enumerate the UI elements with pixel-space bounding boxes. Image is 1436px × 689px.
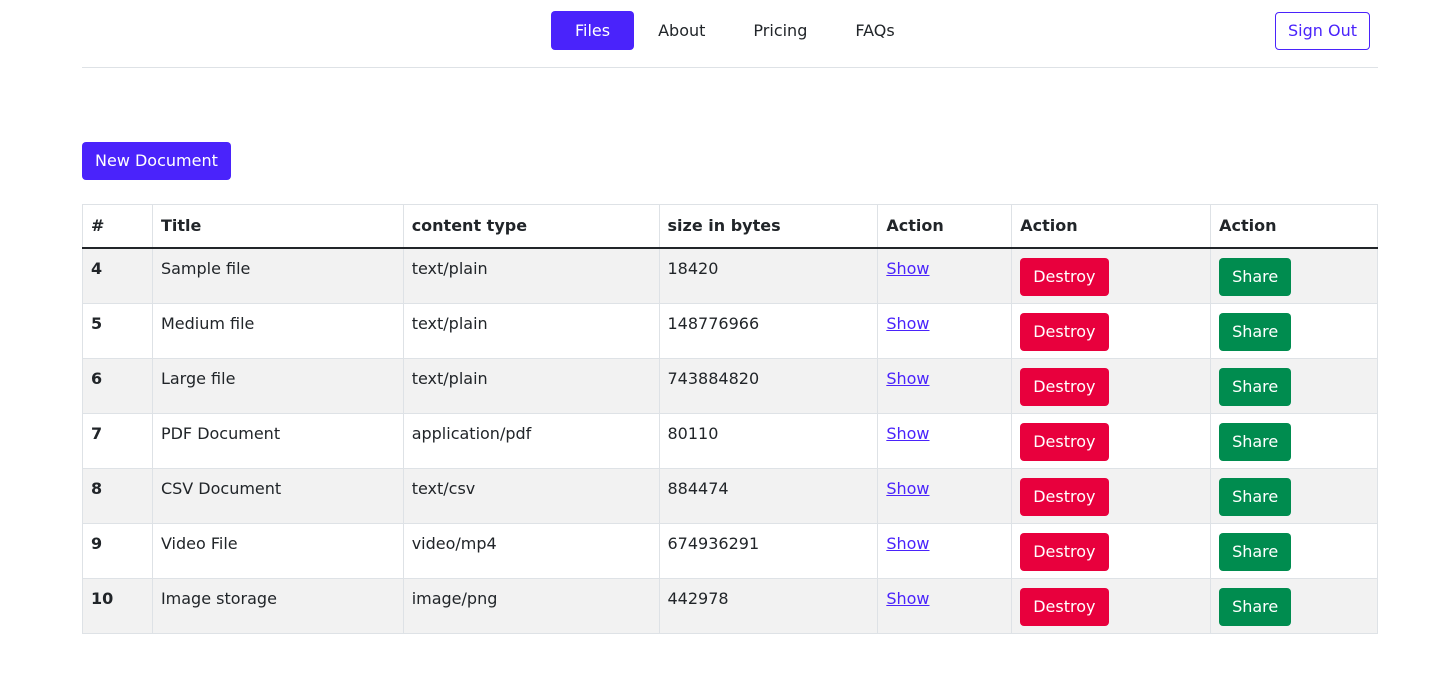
row-id: 7: [82, 412, 153, 469]
destroy-button[interactable]: Destroy: [1020, 422, 1109, 461]
row-destroy-cell: Destroy: [1011, 302, 1212, 359]
row-destroy-cell: Destroy: [1011, 522, 1212, 579]
top-header: Files About Pricing FAQs Sign Out: [82, 0, 1378, 68]
row-content-type: text/plain: [402, 247, 660, 304]
share-button[interactable]: Share: [1219, 532, 1292, 571]
main-nav: Files About Pricing FAQs: [551, 11, 919, 50]
row-size: 743884820: [658, 357, 879, 414]
page-container: Files About Pricing FAQs Sign Out New Do…: [82, 0, 1378, 634]
table-row: 5 Medium file text/plain 148776966 Show …: [82, 302, 1378, 359]
row-show-cell: Show: [877, 522, 1013, 579]
row-size: 884474: [658, 467, 879, 524]
show-link[interactable]: Show: [886, 259, 929, 278]
column-header-title: Title: [151, 204, 404, 249]
destroy-button[interactable]: Destroy: [1020, 532, 1109, 571]
row-destroy-cell: Destroy: [1011, 412, 1212, 469]
column-header-number: #: [82, 204, 153, 249]
row-share-cell: Share: [1210, 247, 1378, 304]
table-header-row: # Title content type size in bytes Actio…: [82, 204, 1378, 249]
row-share-cell: Share: [1210, 467, 1378, 524]
destroy-button[interactable]: Destroy: [1020, 312, 1109, 351]
row-id: 9: [82, 522, 153, 579]
row-show-cell: Show: [877, 357, 1013, 414]
show-link[interactable]: Show: [886, 589, 929, 608]
share-button[interactable]: Share: [1219, 312, 1292, 351]
row-title: Sample file: [151, 247, 404, 304]
row-title: Medium file: [151, 302, 404, 359]
row-destroy-cell: Destroy: [1011, 577, 1212, 634]
row-size: 674936291: [658, 522, 879, 579]
row-content-type: text/plain: [402, 357, 660, 414]
row-title: Video File: [151, 522, 404, 579]
row-content-type: image/png: [402, 577, 660, 634]
destroy-button[interactable]: Destroy: [1020, 367, 1109, 406]
row-id: 4: [82, 247, 153, 304]
row-id: 8: [82, 467, 153, 524]
column-header-content-type: content type: [402, 204, 660, 249]
row-share-cell: Share: [1210, 412, 1378, 469]
nav-item-pricing[interactable]: Pricing: [729, 11, 831, 50]
nav-item-files[interactable]: Files: [551, 11, 635, 50]
share-button[interactable]: Share: [1219, 422, 1292, 461]
row-share-cell: Share: [1210, 357, 1378, 414]
column-header-action-destroy: Action: [1011, 204, 1212, 249]
documents-table: # Title content type size in bytes Actio…: [82, 204, 1378, 634]
new-document-button[interactable]: New Document: [82, 142, 231, 180]
destroy-button[interactable]: Destroy: [1020, 258, 1109, 296]
table-header: # Title content type size in bytes Actio…: [82, 204, 1378, 249]
row-share-cell: Share: [1210, 577, 1378, 634]
share-button[interactable]: Share: [1219, 587, 1292, 626]
table-row: 4 Sample file text/plain 18420 Show Dest…: [82, 247, 1378, 304]
share-button[interactable]: Share: [1219, 367, 1292, 406]
row-destroy-cell: Destroy: [1011, 247, 1212, 304]
row-show-cell: Show: [877, 412, 1013, 469]
nav-item-about[interactable]: About: [634, 11, 729, 50]
destroy-button[interactable]: Destroy: [1020, 477, 1109, 516]
row-title: Large file: [151, 357, 404, 414]
row-show-cell: Show: [877, 577, 1013, 634]
nav-item-faqs[interactable]: FAQs: [831, 11, 918, 50]
row-id: 5: [82, 302, 153, 359]
row-show-cell: Show: [877, 302, 1013, 359]
table-row: 7 PDF Document application/pdf 80110 Sho…: [82, 412, 1378, 469]
column-header-size: size in bytes: [658, 204, 879, 249]
sign-out-button[interactable]: Sign Out: [1275, 12, 1370, 50]
row-content-type: video/mp4: [402, 522, 660, 579]
row-size: 18420: [658, 247, 879, 304]
row-show-cell: Show: [877, 247, 1013, 304]
show-link[interactable]: Show: [886, 314, 929, 333]
destroy-button[interactable]: Destroy: [1020, 587, 1109, 626]
table-row: 10 Image storage image/png 442978 Show D…: [82, 577, 1378, 634]
row-size: 80110: [658, 412, 879, 469]
row-destroy-cell: Destroy: [1011, 467, 1212, 524]
show-link[interactable]: Show: [886, 479, 929, 498]
show-link[interactable]: Show: [886, 534, 929, 553]
share-button[interactable]: Share: [1219, 477, 1292, 516]
row-id: 10: [82, 577, 153, 634]
column-header-action-share: Action: [1210, 204, 1378, 249]
column-header-action-show: Action: [877, 204, 1013, 249]
share-button[interactable]: Share: [1219, 258, 1292, 296]
row-title: Image storage: [151, 577, 404, 634]
row-content-type: text/csv: [402, 467, 660, 524]
table-row: 8 CSV Document text/csv 884474 Show Dest…: [82, 467, 1378, 524]
row-size: 148776966: [658, 302, 879, 359]
table-body: 4 Sample file text/plain 18420 Show Dest…: [82, 247, 1378, 634]
show-link[interactable]: Show: [886, 424, 929, 443]
table-row: 9 Video File video/mp4 674936291 Show De…: [82, 522, 1378, 579]
row-size: 442978: [658, 577, 879, 634]
row-title: PDF Document: [151, 412, 404, 469]
row-share-cell: Share: [1210, 302, 1378, 359]
row-show-cell: Show: [877, 467, 1013, 524]
row-destroy-cell: Destroy: [1011, 357, 1212, 414]
row-content-type: application/pdf: [402, 412, 660, 469]
table-row: 6 Large file text/plain 743884820 Show D…: [82, 357, 1378, 414]
row-share-cell: Share: [1210, 522, 1378, 579]
row-content-type: text/plain: [402, 302, 660, 359]
row-title: CSV Document: [151, 467, 404, 524]
row-id: 6: [82, 357, 153, 414]
show-link[interactable]: Show: [886, 369, 929, 388]
